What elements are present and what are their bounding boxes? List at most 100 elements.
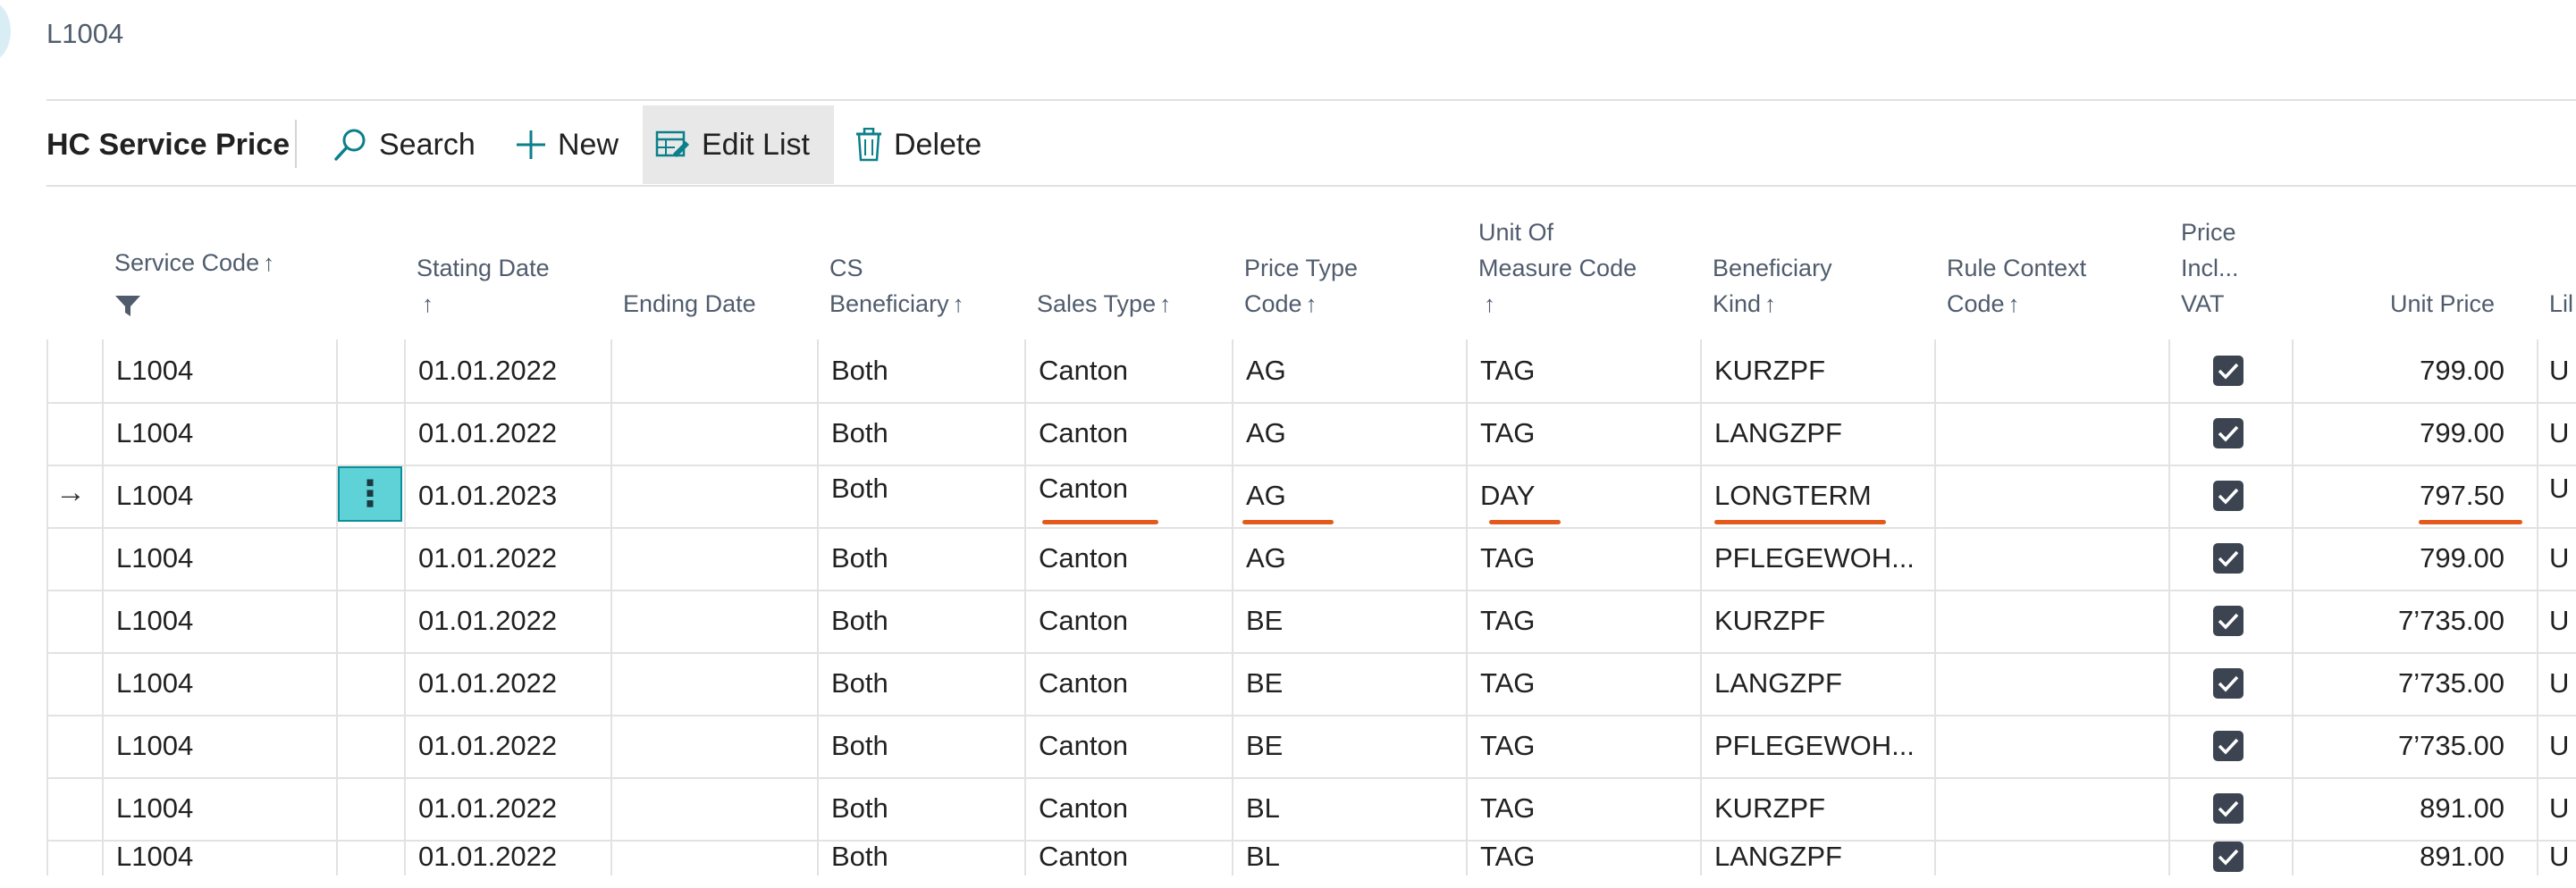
price-incl-vat-checkbox[interactable] bbox=[2213, 731, 2243, 761]
column-header-service-code[interactable]: Service Code ↑ bbox=[114, 245, 274, 281]
table-row[interactable]: L1004 01.01.2022 Both Canton BE TAG PFLE… bbox=[46, 715, 2576, 779]
cell-service-code[interactable]: L1004 bbox=[116, 402, 193, 465]
cell-sales-type[interactable]: Canton bbox=[1039, 825, 1128, 888]
column-header-unit-price[interactable]: Unit Price bbox=[2390, 286, 2495, 322]
cell-cs-beneficiary[interactable]: Both bbox=[831, 527, 888, 590]
cell-service-code[interactable]: L1004 bbox=[116, 715, 193, 777]
cell-starting-date[interactable]: 01.01.2023 bbox=[418, 465, 557, 527]
column-header-next[interactable]: Lil bbox=[2549, 286, 2573, 322]
cell-starting-date[interactable]: 01.01.2022 bbox=[418, 652, 557, 715]
cell-cs-beneficiary[interactable]: Both bbox=[831, 590, 888, 652]
column-header-cs-beneficiary[interactable]: CS Beneficiary ↑ bbox=[829, 250, 964, 322]
column-header-starting-date[interactable]: Stating Date ↑ bbox=[417, 250, 550, 322]
column-header-ending-date[interactable]: Ending Date bbox=[623, 286, 756, 322]
cell-unit-of-measure[interactable]: TAG bbox=[1480, 652, 1535, 715]
cell-cs-beneficiary[interactable]: Both bbox=[831, 339, 888, 402]
cell-sales-type[interactable]: Canton bbox=[1039, 339, 1128, 402]
table-row[interactable]: L1004 01.01.2022 Both Canton AG TAG PFLE… bbox=[46, 527, 2576, 591]
cell-starting-date[interactable]: 01.01.2022 bbox=[418, 339, 557, 402]
cell-sales-type[interactable]: Canton bbox=[1039, 715, 1128, 777]
cell-unit-of-measure[interactable]: DAY bbox=[1480, 465, 1535, 527]
cell-unit-of-measure[interactable]: TAG bbox=[1480, 825, 1535, 888]
cell-next[interactable]: U bbox=[2549, 457, 2569, 520]
table-row[interactable]: L1004 01.01.2022 Both Canton BE TAG KURZ… bbox=[46, 590, 2576, 654]
cell-unit-price[interactable]: 7’735.00 bbox=[2335, 715, 2504, 777]
cell-beneficiary-kind[interactable]: PFLEGEWOH... bbox=[1714, 715, 1915, 777]
filter-icon[interactable] bbox=[114, 295, 141, 318]
cell-starting-date[interactable]: 01.01.2022 bbox=[418, 590, 557, 652]
cell-beneficiary-kind[interactable]: LANGZPF bbox=[1714, 402, 1842, 465]
cell-unit-price[interactable]: 799.00 bbox=[2335, 339, 2504, 402]
new-button[interactable]: New bbox=[502, 105, 631, 184]
list-title[interactable]: HC Service Price bbox=[46, 128, 290, 163]
price-incl-vat-checkbox[interactable] bbox=[2213, 356, 2243, 386]
cell-unit-price[interactable]: 891.00 bbox=[2335, 825, 2504, 888]
cell-cs-beneficiary[interactable]: Both bbox=[831, 825, 888, 888]
cell-service-code[interactable]: L1004 bbox=[116, 339, 193, 402]
cell-price-type-code[interactable]: AG bbox=[1246, 465, 1286, 527]
cell-unit-of-measure[interactable]: TAG bbox=[1480, 402, 1535, 465]
cell-service-code[interactable]: L1004 bbox=[116, 527, 193, 590]
table-row[interactable]: L1004 01.01.2022 Both Canton AG TAG LANG… bbox=[46, 402, 2576, 466]
cell-starting-date[interactable]: 01.01.2022 bbox=[418, 527, 557, 590]
table-row[interactable]: L1004 01.01.2022 Both Canton BE TAG LANG… bbox=[46, 652, 2576, 716]
column-header-price-incl-vat[interactable]: Price Incl... VAT bbox=[2181, 214, 2239, 322]
price-incl-vat-checkbox[interactable] bbox=[2213, 668, 2243, 699]
cell-service-code[interactable]: L1004 bbox=[116, 825, 193, 888]
cell-unit-price[interactable]: 797.50 bbox=[2335, 465, 2504, 527]
price-incl-vat-checkbox[interactable] bbox=[2213, 481, 2243, 511]
cell-beneficiary-kind[interactable]: LANGZPF bbox=[1714, 825, 1842, 888]
cell-price-type-code[interactable]: AG bbox=[1246, 339, 1286, 402]
cell-beneficiary-kind[interactable]: PFLEGEWOH... bbox=[1714, 527, 1915, 590]
edit-list-button[interactable]: Edit List bbox=[643, 105, 834, 184]
cell-price-type-code[interactable]: AG bbox=[1246, 402, 1286, 465]
cell-beneficiary-kind[interactable]: KURZPF bbox=[1714, 339, 1825, 402]
column-header-rule-context-code[interactable]: Rule Context Code ↑ bbox=[1947, 250, 2086, 322]
cell-cs-beneficiary[interactable]: Both bbox=[831, 457, 888, 520]
cell-beneficiary-kind[interactable]: LANGZPF bbox=[1714, 652, 1842, 715]
cell-service-code[interactable]: L1004 bbox=[116, 590, 193, 652]
cell-sales-type[interactable]: Canton bbox=[1039, 527, 1128, 590]
cell-service-code[interactable]: L1004 bbox=[116, 465, 193, 527]
cell-sales-type[interactable]: Canton bbox=[1039, 652, 1128, 715]
cell-service-code[interactable]: L1004 bbox=[116, 652, 193, 715]
cell-unit-price[interactable]: 7’735.00 bbox=[2335, 652, 2504, 715]
row-actions-button[interactable]: ⋮ bbox=[338, 466, 402, 522]
cell-unit-of-measure[interactable]: TAG bbox=[1480, 590, 1535, 652]
delete-button[interactable]: Delete bbox=[842, 105, 994, 184]
cell-beneficiary-kind[interactable]: KURZPF bbox=[1714, 590, 1825, 652]
cell-next[interactable]: U bbox=[2549, 339, 2569, 402]
price-incl-vat-checkbox[interactable] bbox=[2213, 543, 2243, 574]
cell-unit-of-measure[interactable]: TAG bbox=[1480, 715, 1535, 777]
cell-next[interactable]: U bbox=[2549, 527, 2569, 590]
cell-cs-beneficiary[interactable]: Both bbox=[831, 715, 888, 777]
cell-unit-of-measure[interactable]: TAG bbox=[1480, 339, 1535, 402]
cell-next[interactable]: U bbox=[2549, 652, 2569, 715]
cell-starting-date[interactable]: 01.01.2022 bbox=[418, 402, 557, 465]
price-incl-vat-checkbox[interactable] bbox=[2213, 606, 2243, 636]
cell-price-type-code[interactable]: BE bbox=[1246, 590, 1283, 652]
cell-starting-date[interactable]: 01.01.2022 bbox=[418, 825, 557, 888]
cell-next[interactable]: U bbox=[2549, 590, 2569, 652]
price-incl-vat-checkbox[interactable] bbox=[2213, 793, 2243, 824]
cell-beneficiary-kind[interactable]: LONGTERM bbox=[1714, 465, 1872, 527]
cell-next[interactable]: U bbox=[2549, 402, 2569, 465]
cell-cs-beneficiary[interactable]: Both bbox=[831, 652, 888, 715]
cell-starting-date[interactable]: 01.01.2022 bbox=[418, 715, 557, 777]
cell-next[interactable]: U bbox=[2549, 825, 2569, 888]
cell-sales-type[interactable]: Canton bbox=[1039, 590, 1128, 652]
cell-unit-price[interactable]: 799.00 bbox=[2335, 527, 2504, 590]
cell-price-type-code[interactable]: BE bbox=[1246, 652, 1283, 715]
column-header-price-type-code[interactable]: Price Type Code ↑ bbox=[1244, 250, 1358, 322]
table-row[interactable]: L1004 01.01.2022 Both Canton AG TAG KURZ… bbox=[46, 339, 2576, 404]
cell-sales-type[interactable]: Canton bbox=[1039, 457, 1128, 520]
price-incl-vat-checkbox[interactable] bbox=[2213, 418, 2243, 448]
column-header-beneficiary-kind[interactable]: Beneficiary Kind ↑ bbox=[1713, 250, 1832, 322]
price-incl-vat-checkbox[interactable] bbox=[2213, 842, 2243, 872]
cell-unit-of-measure[interactable]: TAG bbox=[1480, 527, 1535, 590]
column-header-sales-type[interactable]: Sales Type ↑ bbox=[1037, 286, 1171, 322]
cell-price-type-code[interactable]: AG bbox=[1246, 527, 1286, 590]
cell-cs-beneficiary[interactable]: Both bbox=[831, 402, 888, 465]
cell-price-type-code[interactable]: BL bbox=[1246, 825, 1280, 888]
cell-unit-price[interactable]: 799.00 bbox=[2335, 402, 2504, 465]
